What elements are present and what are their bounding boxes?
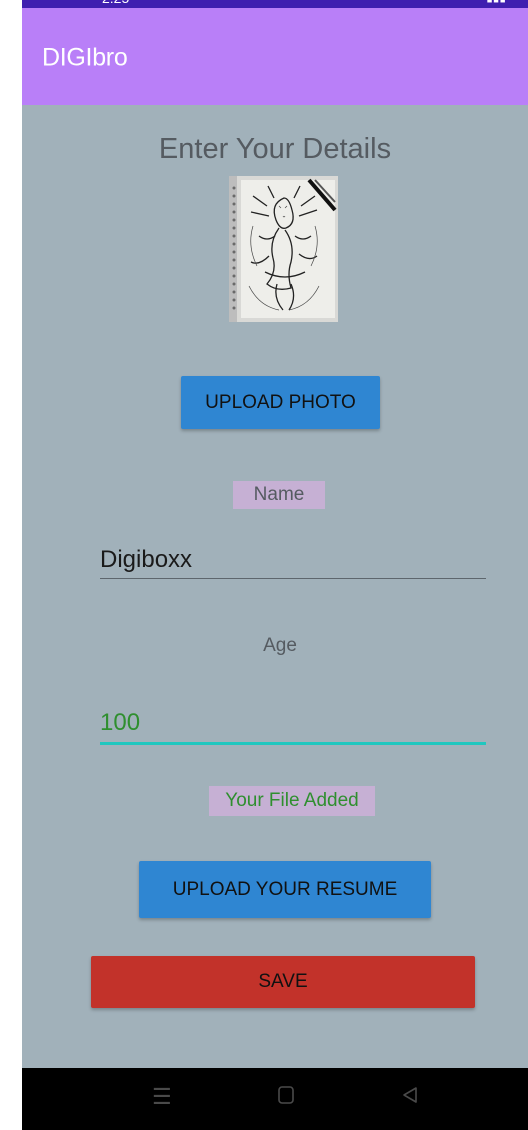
phone-screen: 2:25 ▮▮▮ DIGIbro Enter Your Details — [22, 0, 528, 1130]
navigation-bar: ☰ — [22, 1068, 528, 1130]
save-label: SAVE — [258, 971, 308, 992]
age-field-underline — [100, 742, 486, 745]
back-icon[interactable] — [401, 1086, 419, 1108]
file-status-label: Your File Added — [209, 786, 375, 816]
upload-photo-label: UPLOAD PHOTO — [205, 391, 356, 413]
upload-resume-label: UPLOAD YOUR RESUME — [172, 878, 398, 900]
page-title: Enter Your Details — [158, 133, 392, 165]
app-title: DIGIbro — [42, 43, 128, 72]
status-icons: ▮▮▮ — [486, 0, 506, 4]
age-label: Age — [263, 635, 297, 656]
upload-resume-button[interactable]: UPLOAD YOUR RESUME — [139, 861, 431, 918]
status-bar: 2:25 ▮▮▮ — [22, 0, 528, 8]
age-field[interactable]: 100 — [100, 709, 140, 737]
menu-icon[interactable]: ☰ — [152, 1086, 172, 1108]
name-field[interactable]: Digiboxx — [100, 546, 192, 574]
name-field-underline — [100, 578, 486, 579]
upload-photo-button[interactable]: UPLOAD PHOTO — [181, 376, 380, 429]
name-label: Name — [233, 481, 325, 509]
sketch-image-icon — [229, 176, 338, 322]
status-time: 2:25 — [102, 0, 129, 6]
app-bar: DIGIbro — [22, 8, 528, 105]
profile-photo — [229, 176, 338, 322]
save-button[interactable]: SAVE — [91, 956, 475, 1008]
home-icon[interactable] — [278, 1086, 294, 1108]
